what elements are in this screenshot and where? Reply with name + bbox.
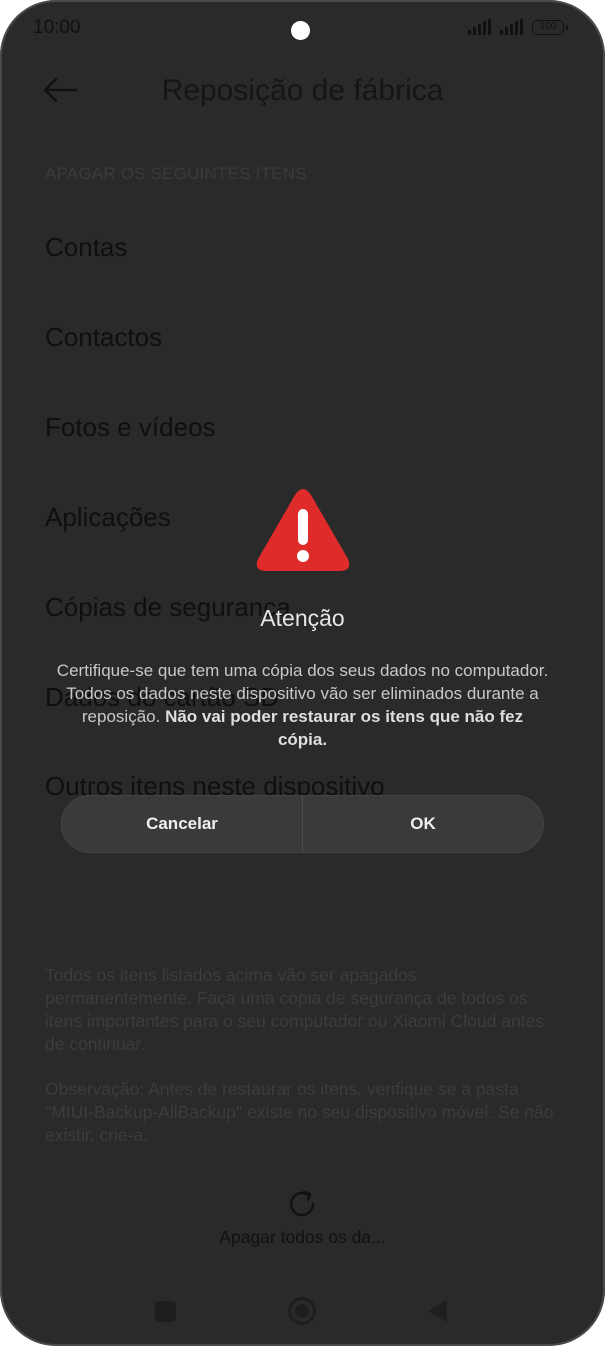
- list-item-contas: Contas: [45, 232, 128, 262]
- front-camera: [291, 21, 310, 40]
- page-title: Reposição de fábrica: [161, 74, 444, 107]
- dialog-buttons: Cancelar OK: [61, 795, 544, 853]
- signal-icon: [468, 19, 491, 35]
- battery-icon: 100: [532, 20, 568, 35]
- observation-note: Observação: Antes de restaurar os itens,…: [45, 1079, 554, 1145]
- status-time: 10:00: [33, 17, 81, 38]
- list-item-fotos: Fotos e vídeos: [45, 412, 216, 442]
- section-header: APAGAR OS SEGUINTES ITENS: [45, 164, 307, 183]
- dialog-message-bold: Não vai poder restaurar os itens que não…: [165, 707, 524, 749]
- signal-icon-2: [500, 19, 523, 35]
- screen: 10:00 100 Reposição de fábrica APAGAR OS…: [0, 0, 605, 1346]
- list-item-contactos: Contactos: [45, 322, 163, 352]
- refresh-icon[interactable]: [286, 1188, 318, 1220]
- dialog-message: Certifique-se que tem uma cópia dos seus…: [55, 659, 550, 751]
- recents-button[interactable]: [155, 1301, 176, 1322]
- phone-frame: 10:00 100 Reposição de fábrica APAGAR OS…: [0, 0, 605, 1346]
- ok-button[interactable]: OK: [303, 796, 543, 852]
- status-bar: 10:00 100: [0, 0, 605, 56]
- warning-note: Todos os itens listados acima vão ser ap…: [45, 965, 545, 1054]
- home-button[interactable]: [287, 1296, 317, 1326]
- dialog-title: Atenção: [260, 605, 345, 631]
- cancel-button[interactable]: Cancelar: [62, 796, 302, 852]
- list-item-aplicacoes: Aplicações: [45, 502, 171, 532]
- erase-all-button[interactable]: Apagar todos os da...: [0, 1227, 605, 1248]
- nav-back-button[interactable]: [426, 1299, 448, 1323]
- warning-icon: [256, 489, 350, 571]
